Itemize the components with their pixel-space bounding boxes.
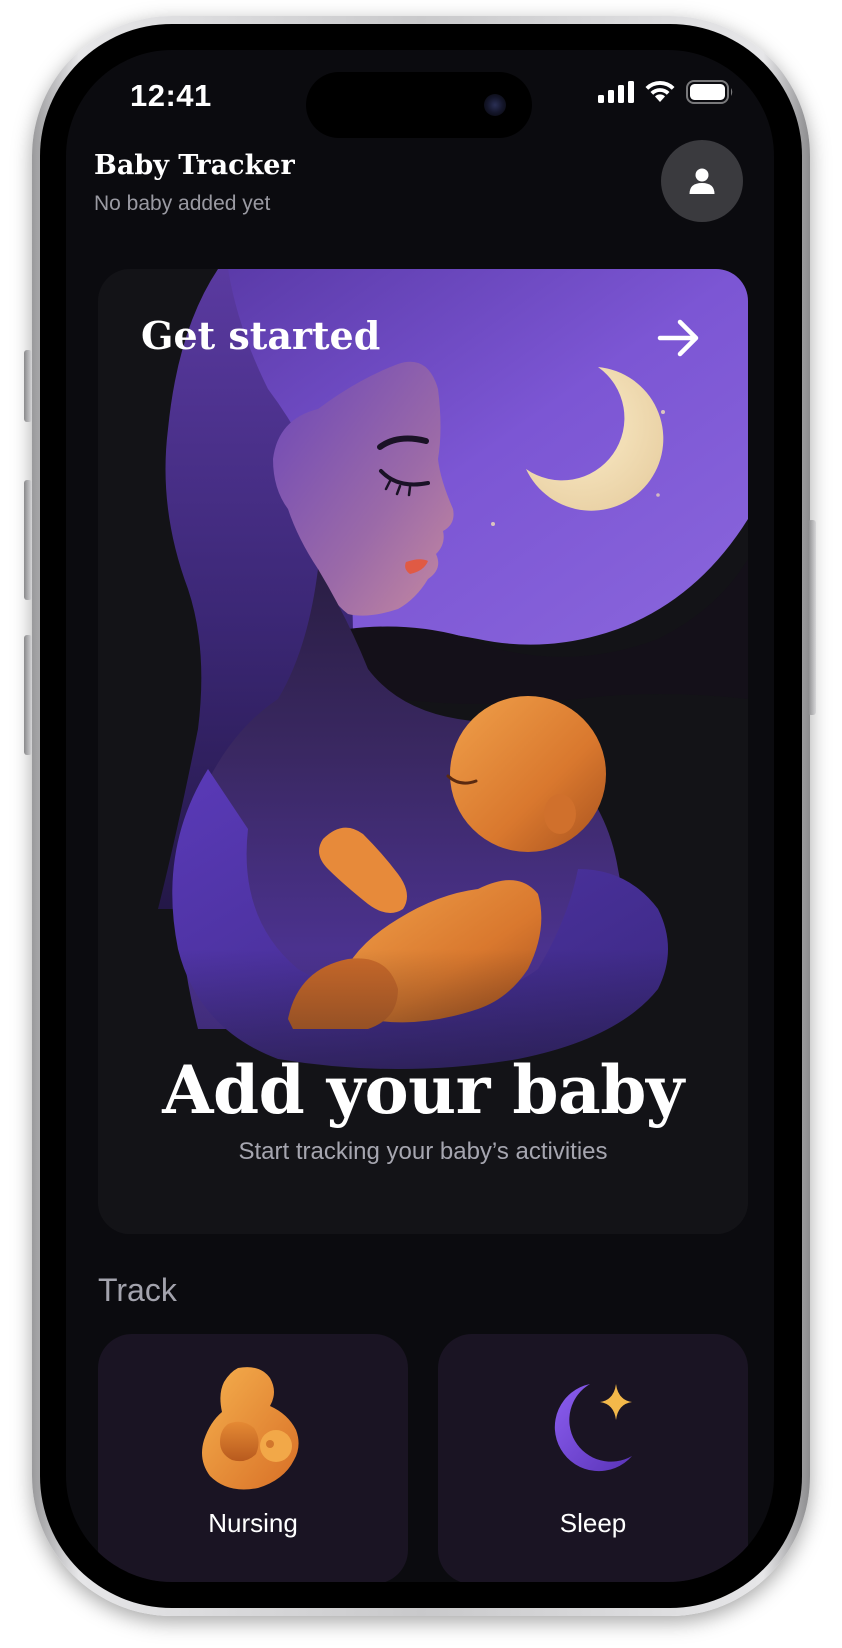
volume-down-button [24,635,32,755]
moon-star-icon [554,1384,632,1472]
hero-subtitle: Start tracking your baby’s activities [238,1138,608,1165]
volume-up-button [24,480,32,600]
camera-icon [484,94,506,116]
arrow-right-icon[interactable] [654,313,704,363]
screen: 12:41 Baby Tracker No baby added yet Get… [66,50,774,1582]
profile-button[interactable] [661,140,743,222]
sleep-label: Sleep [559,1508,627,1538]
cellular-signal-icon [598,81,634,103]
action-button [24,350,32,422]
sleep-card[interactable]: Sleep [438,1334,748,1582]
status-icons [598,80,734,104]
get-started-label[interactable]: Get started [141,313,380,358]
status-time: 12:41 [130,78,212,113]
dynamic-island [306,72,532,138]
app-subtitle: No baby added yet [94,192,271,215]
hero-title: Add your baby [162,1051,684,1129]
person-icon [689,168,715,194]
battery-icon [686,80,733,104]
get-started-card[interactable]: Get started Add your baby Start tracking… [98,269,748,1234]
power-button [808,520,816,715]
wifi-icon [645,80,675,102]
nursing-mother-icon [202,1367,299,1490]
nursing-card[interactable]: Nursing [98,1334,408,1582]
nursing-label: Nursing [208,1508,298,1538]
track-section-label: Track [98,1272,177,1308]
app-title: Baby Tracker [94,150,295,181]
